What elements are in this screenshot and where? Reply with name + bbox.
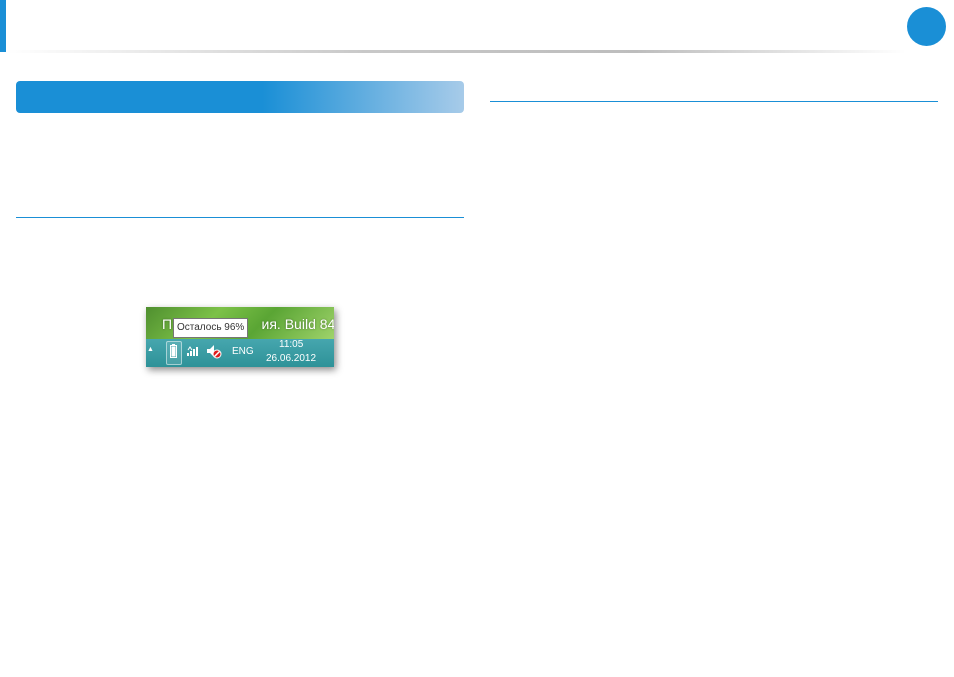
battery-icon[interactable] [170,344,177,358]
header-divider [6,50,906,53]
language-indicator[interactable]: ENG [232,346,254,357]
network-icon[interactable] [186,346,200,357]
header-accent-bar [0,0,6,52]
subsection-divider-right [490,101,938,102]
subsection-divider-left [16,217,464,218]
show-hidden-icons-arrow-icon[interactable]: ▲ [147,346,154,353]
taskbar-screenshot: П ия. Build 8400 Осталось 96% ▲ ENG 11:0… [146,307,334,367]
section-heading-bar [16,81,464,113]
clock-date[interactable]: 26.06.2012 [266,353,316,364]
battery-tooltip: Осталось 96% [173,318,249,338]
speaker-muted-icon[interactable] [206,344,222,359]
clock-time[interactable]: 11:05 [279,339,303,350]
chapter-badge [907,7,946,46]
